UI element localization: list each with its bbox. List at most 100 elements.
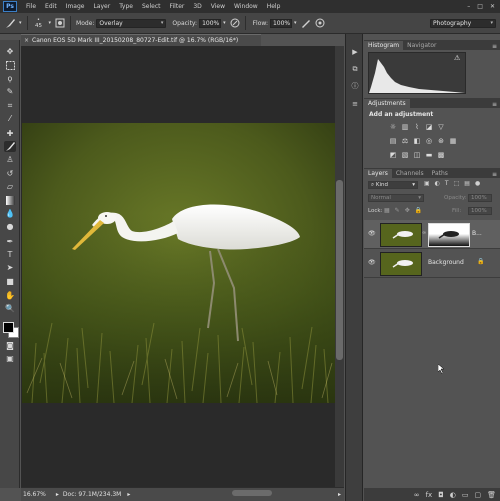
panel-menu-icon[interactable]: ≡ bbox=[492, 101, 497, 108]
tab-adjustments[interactable]: Adjustments bbox=[364, 99, 410, 108]
photo-filter-icon[interactable]: ◎ bbox=[424, 136, 434, 145]
minimize-icon[interactable]: – bbox=[467, 3, 470, 10]
menu-3d[interactable]: 3D bbox=[193, 3, 201, 10]
tab-close-icon[interactable]: × bbox=[24, 37, 29, 44]
quick-mask-icon[interactable]: ◙ bbox=[4, 340, 16, 351]
menu-select[interactable]: Select bbox=[142, 3, 161, 10]
pixel-filter-icon[interactable]: ▣ bbox=[424, 180, 430, 187]
lasso-tool-icon[interactable]: ϙ bbox=[4, 73, 16, 84]
rectangle-tool-icon[interactable]: ■ bbox=[4, 276, 16, 287]
lock-transparent-icon[interactable]: ▦ bbox=[384, 207, 390, 214]
airbrush-icon[interactable] bbox=[299, 16, 313, 30]
lock-position-icon[interactable]: ✥ bbox=[405, 207, 410, 214]
lock-pixels-icon[interactable]: ✎ bbox=[395, 207, 400, 214]
menu-edit[interactable]: Edit bbox=[45, 3, 57, 10]
workspace-switcher[interactable]: Photography ▾ bbox=[430, 18, 496, 28]
history-icon[interactable]: ⧉ bbox=[349, 64, 361, 75]
maximize-icon[interactable]: □ bbox=[477, 3, 483, 10]
menu-window[interactable]: Window bbox=[234, 3, 258, 10]
fill-field[interactable]: 100% bbox=[468, 207, 492, 215]
tab-histogram[interactable]: Histogram bbox=[364, 41, 404, 50]
pen-tool-icon[interactable]: ✒ bbox=[4, 236, 16, 247]
status-menu-icon[interactable]: ▸ bbox=[56, 491, 59, 498]
panel-menu-icon[interactable]: ≡ bbox=[492, 43, 497, 50]
eyedropper-tool-icon[interactable]: ⁄ bbox=[4, 113, 16, 124]
hue-saturation-icon[interactable]: ▤ bbox=[388, 136, 398, 145]
clone-stamp-tool-icon[interactable]: ♙ bbox=[4, 154, 16, 165]
menu-file[interactable]: File bbox=[26, 3, 36, 10]
hand-tool-icon[interactable]: ✋ bbox=[4, 290, 16, 301]
vibrance-icon[interactable]: ▽ bbox=[436, 122, 446, 131]
panel-menu-icon[interactable]: ≡ bbox=[492, 171, 497, 178]
threshold-icon[interactable]: ◫ bbox=[412, 150, 422, 159]
foreground-color-swatch[interactable] bbox=[3, 322, 14, 333]
menu-help[interactable]: Help bbox=[267, 3, 281, 10]
mode-dropdown[interactable]: Overlay ▾ bbox=[96, 18, 167, 28]
opacity-field[interactable]: 100% bbox=[199, 18, 222, 28]
brush-preset-picker[interactable]: • 45 bbox=[31, 17, 47, 29]
opacity-caret-icon[interactable]: ▾ bbox=[223, 20, 226, 26]
play-actions-icon[interactable]: ▶ bbox=[349, 46, 361, 57]
layer-opacity-field[interactable]: 100% bbox=[468, 194, 492, 202]
color-balance-icon[interactable]: ⚖ bbox=[400, 136, 410, 145]
properties-icon[interactable]: ≡ bbox=[349, 98, 361, 109]
warning-icon[interactable]: ⚠ bbox=[454, 54, 460, 62]
menu-layer[interactable]: Layer bbox=[93, 3, 110, 10]
spot-healing-tool-icon[interactable]: ✚ bbox=[4, 128, 16, 139]
posterize-icon[interactable]: ▧ bbox=[400, 150, 410, 159]
type-filter-icon[interactable]: T bbox=[445, 180, 449, 187]
lock-all-icon[interactable]: 🔒 bbox=[415, 207, 422, 214]
menu-type[interactable]: Type bbox=[119, 3, 133, 10]
pressure-size-icon[interactable] bbox=[313, 16, 327, 30]
adjustment-filter-icon[interactable]: ◐ bbox=[435, 180, 440, 187]
blur-tool-icon[interactable]: 💧 bbox=[4, 208, 16, 219]
tab-navigator[interactable]: Navigator bbox=[403, 41, 440, 50]
zoom-tool-icon[interactable]: 🔍 bbox=[4, 303, 16, 314]
status-menu-arrow-icon[interactable]: ▸ bbox=[127, 491, 130, 498]
close-icon[interactable]: ✕ bbox=[490, 3, 495, 10]
menu-filter[interactable]: Filter bbox=[170, 3, 185, 10]
pressure-opacity-icon[interactable] bbox=[228, 16, 242, 30]
gradient-map-icon[interactable]: ▬ bbox=[424, 150, 434, 159]
layer-style-icon[interactable]: fx bbox=[426, 491, 433, 499]
layer-row[interactable]: 👁 Background 🔒 bbox=[364, 249, 500, 278]
layer-mask-thumbnail[interactable] bbox=[428, 223, 470, 247]
scroll-right-icon[interactable]: ▸ bbox=[338, 491, 341, 498]
layer-kind-filter[interactable]: ⌕ Kind ▾ bbox=[368, 181, 418, 189]
type-tool-icon[interactable]: T bbox=[4, 249, 16, 260]
exposure-icon[interactable]: ◪ bbox=[424, 122, 434, 131]
levels-icon[interactable]: ▥ bbox=[400, 122, 410, 131]
shape-filter-icon[interactable]: ⬚ bbox=[454, 180, 460, 187]
selective-color-icon[interactable]: ▩ bbox=[436, 150, 446, 159]
path-selection-tool-icon[interactable]: ➤ bbox=[4, 262, 16, 273]
flow-caret-icon[interactable]: ▾ bbox=[294, 20, 297, 26]
tab-channels[interactable]: Channels bbox=[392, 169, 428, 178]
marquee-tool-icon[interactable] bbox=[4, 60, 16, 71]
new-layer-icon[interactable]: ▢ bbox=[474, 491, 481, 499]
brush-panel-toggle-icon[interactable] bbox=[53, 16, 67, 30]
layer-name[interactable]: B... bbox=[472, 230, 482, 237]
info-icon[interactable]: ⓘ bbox=[349, 80, 361, 91]
layer-name[interactable]: Background bbox=[428, 259, 464, 266]
delete-layer-icon[interactable]: 🗑 bbox=[487, 491, 496, 499]
document-tab[interactable]: × Canon EOS 5D Mark III_20150208_80727-E… bbox=[21, 34, 261, 46]
canvas-area[interactable] bbox=[21, 46, 336, 487]
curves-icon[interactable]: ⌇ bbox=[412, 122, 422, 131]
mask-link-icon[interactable]: ∞ bbox=[422, 230, 426, 236]
brush-tool-icon[interactable] bbox=[4, 141, 16, 152]
eye-icon[interactable]: 👁 bbox=[368, 259, 376, 266]
move-tool-icon[interactable]: ✥ bbox=[4, 46, 16, 57]
menu-image[interactable]: Image bbox=[66, 3, 85, 10]
brightness-icon[interactable]: ☼ bbox=[388, 122, 398, 131]
menu-view[interactable]: View bbox=[211, 3, 225, 10]
tab-layers[interactable]: Layers bbox=[364, 169, 392, 178]
brush-size-caret-icon[interactable]: ▾ bbox=[49, 20, 52, 26]
gradient-tool-icon[interactable] bbox=[4, 195, 16, 206]
invert-icon[interactable]: ◩ bbox=[388, 150, 398, 159]
tool-preset-caret-icon[interactable]: ▾ bbox=[19, 20, 22, 26]
smart-object-filter-icon[interactable]: ▤ bbox=[464, 180, 470, 187]
eye-icon[interactable]: 👁 bbox=[368, 230, 376, 237]
quick-selection-tool-icon[interactable]: ✎ bbox=[4, 86, 16, 97]
screen-mode-icon[interactable]: ▣ bbox=[4, 353, 16, 364]
flow-field[interactable]: 100% bbox=[269, 18, 292, 28]
